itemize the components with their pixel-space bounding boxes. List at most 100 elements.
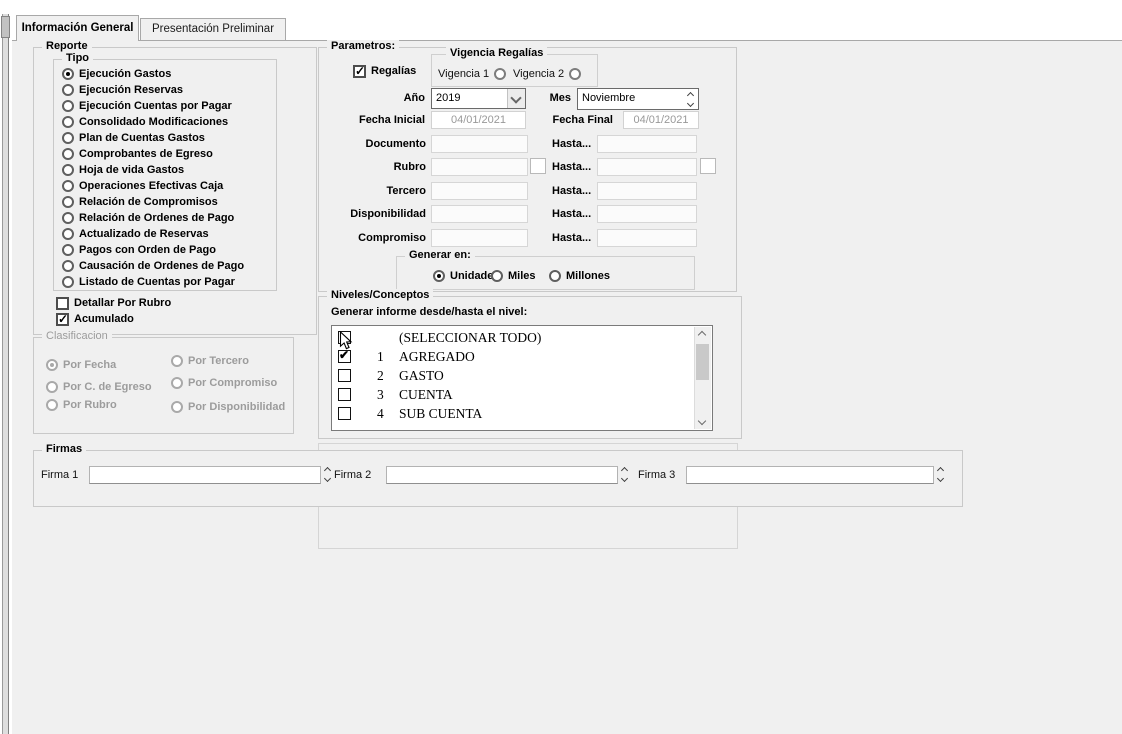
disponibilidad-hasta-input[interactable] <box>597 205 697 223</box>
radio-unidades[interactable]: Unidades <box>433 269 500 283</box>
tipo-option-plan-de-cuentas-gastos[interactable]: Plan de Cuentas Gastos <box>62 131 205 145</box>
list-item-cuenta[interactable]: 3 CUENTA <box>332 386 694 405</box>
tipo-option-actualizado-de-reservas[interactable]: Actualizado de Reservas <box>62 227 209 241</box>
label-hasta-documento: Hasta... <box>552 138 591 150</box>
radio-icon <box>62 100 74 112</box>
tipo-option-consolidado-modificaciones[interactable]: Consolidado Modificaciones <box>62 115 228 129</box>
scroll-up-icon[interactable] <box>698 331 706 339</box>
mes-value: Noviembre <box>578 89 698 109</box>
firma-2-spinner[interactable] <box>622 468 627 481</box>
radio-icon <box>62 132 74 144</box>
checkbox-regalias[interactable]: Regalías <box>353 64 416 78</box>
radio-icon <box>569 68 581 80</box>
firma-1-spinner[interactable] <box>325 468 330 481</box>
chevron-up-icon <box>324 467 331 474</box>
tab-informacion-general[interactable]: Información General <box>16 15 139 41</box>
mes-spinner[interactable]: Noviembre <box>577 88 699 110</box>
checkbox-detallar-por-rubro[interactable]: Detallar Por Rubro <box>56 296 171 310</box>
radio-disabled-icon <box>46 359 58 371</box>
radio-icon <box>62 68 74 80</box>
chevron-up-icon <box>621 467 628 474</box>
tipo-option-relacion-de-ordenes-de-pago[interactable]: Relación de Ordenes de Pago <box>62 211 234 225</box>
list-item-sub-cuenta[interactable]: 4 SUB CUENTA <box>332 405 694 424</box>
label-documento: Documento <box>326 138 426 150</box>
label-rubro: Rubro <box>326 161 426 173</box>
rubro-input[interactable] <box>431 158 528 176</box>
radio-icon <box>62 212 74 224</box>
firma-2-input[interactable] <box>386 466 618 484</box>
tercero-hasta-input[interactable] <box>597 182 697 200</box>
documento-input[interactable] <box>431 135 528 153</box>
radio-vigencia-2[interactable]: Vigencia 2 <box>513 67 581 81</box>
radio-icon <box>62 116 74 128</box>
rubro-hasta-lookup-box[interactable] <box>700 158 716 174</box>
compromiso-hasta-input[interactable] <box>597 229 697 247</box>
disponibilidad-input[interactable] <box>431 205 528 223</box>
scrollbar-thumb[interactable] <box>696 344 709 380</box>
rubro-lookup-box[interactable] <box>530 158 546 174</box>
tipo-option-operaciones-efectivas-caja[interactable]: Operaciones Efectivas Caja <box>62 179 223 193</box>
list-item-seleccionar-todo[interactable]: (SELECCIONAR TODO) <box>332 329 694 348</box>
radio-icon <box>62 228 74 240</box>
tipo-option-causacion-de-ordenes-de-pago[interactable]: Causación de Ordenes de Pago <box>62 259 244 273</box>
radio-millones[interactable]: Millones <box>549 269 610 283</box>
spinner-arrows-icon[interactable] <box>688 93 693 106</box>
clasificacion-option-por-rubro: Por Rubro <box>46 398 117 412</box>
chevron-down-icon <box>510 92 521 103</box>
checkbox-checked-icon <box>338 350 351 363</box>
radio-icon <box>494 68 506 80</box>
tipo-option-ejecucion-gastos[interactable]: Ejecución Gastos <box>62 67 171 81</box>
tipo-option-comprobantes-de-egreso[interactable]: Comprobantes de Egreso <box>62 147 213 161</box>
tipo-option-relacion-de-compromisos[interactable]: Relación de Compromisos <box>62 195 218 209</box>
chevron-down-icon <box>937 475 944 482</box>
label-fecha-inicial: Fecha Inicial <box>325 114 425 126</box>
clasificacion-option-por-compromiso: Por Compromiso <box>171 376 277 390</box>
niveles-subtitle: Generar informe desde/hasta el nivel: <box>331 306 527 318</box>
niveles-listbox[interactable]: (SELECCIONAR TODO) 1 AGREGADO 2 GASTO 3 … <box>331 325 713 431</box>
radio-disabled-icon <box>46 399 58 411</box>
label-hasta-compromiso: Hasta... <box>552 232 591 244</box>
radio-miles[interactable]: Miles <box>491 269 536 283</box>
firma-3-input[interactable] <box>686 466 934 484</box>
listbox-scrollbar[interactable] <box>694 327 711 429</box>
radio-icon <box>62 164 74 176</box>
window-left-border-handle <box>1 16 10 38</box>
radio-icon <box>491 270 503 282</box>
firma-1-input[interactable] <box>89 466 321 484</box>
window-left-border <box>2 14 9 734</box>
tab-presentacion-preliminar[interactable]: Presentación Preliminar <box>140 18 286 40</box>
tipo-option-ejecucion-cuentas-por-pagar[interactable]: Ejecución Cuentas por Pagar <box>62 99 232 113</box>
report-form-window: Información General Presentación Prelimi… <box>0 0 1122 734</box>
radio-disabled-icon <box>171 355 183 367</box>
groupbox-tipo: Tipo Ejecución Gastos Ejecución Reservas… <box>53 59 277 291</box>
label-mes: Mes <box>521 92 571 104</box>
fecha-final-field[interactable]: 04/01/2021 <box>623 111 699 129</box>
groupbox-reporte-title: Reporte <box>42 40 92 52</box>
fecha-inicial-field[interactable]: 04/01/2021 <box>431 111 526 129</box>
tipo-option-hoja-de-vida-gastos[interactable]: Hoja de vida Gastos <box>62 163 184 177</box>
groupbox-clasificacion-title: Clasificacion <box>42 330 112 342</box>
anio-select[interactable]: 2019 <box>431 88 526 109</box>
scroll-down-icon[interactable] <box>698 417 706 425</box>
radio-disabled-icon <box>46 381 58 393</box>
rubro-hasta-input[interactable] <box>597 158 697 176</box>
label-fecha-final: Fecha Final <box>529 114 613 126</box>
list-item-agregado[interactable]: 1 AGREGADO <box>332 348 694 367</box>
list-item-gasto[interactable]: 2 GASTO <box>332 367 694 386</box>
label-compromiso: Compromiso <box>326 232 426 244</box>
tipo-option-ejecucion-reservas[interactable]: Ejecución Reservas <box>62 83 183 97</box>
chevron-up-icon <box>937 467 944 474</box>
compromiso-input[interactable] <box>431 229 528 247</box>
tipo-option-listado-de-cuentas-por-pagar[interactable]: Listado de Cuentas por Pagar <box>62 275 235 289</box>
firma-3-spinner[interactable] <box>938 468 943 481</box>
label-firma-3: Firma 3 <box>638 469 675 481</box>
checkbox-acumulado[interactable]: Acumulado <box>56 312 134 326</box>
clasificacion-option-por-disponibilidad: Por Disponibilidad <box>171 400 285 414</box>
label-firma-2: Firma 2 <box>334 469 371 481</box>
tercero-input[interactable] <box>431 182 528 200</box>
mouse-pointer-icon <box>339 331 353 351</box>
documento-hasta-input[interactable] <box>597 135 697 153</box>
radio-vigencia-1[interactable]: Vigencia 1 <box>438 67 506 81</box>
groupbox-niveles-conceptos: Niveles/Conceptos Generar informe desde/… <box>318 296 742 439</box>
tipo-option-pagos-con-orden-de-pago[interactable]: Pagos con Orden de Pago <box>62 243 216 257</box>
